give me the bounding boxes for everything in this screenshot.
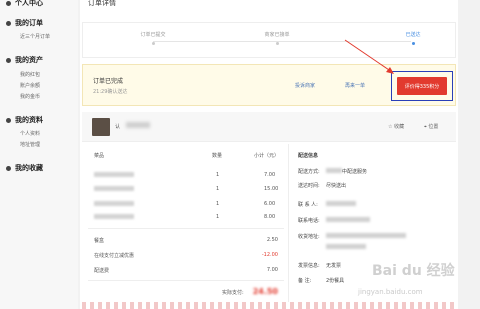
contact-label: 联 系 人: (298, 202, 318, 208)
shop-name-blur (126, 122, 150, 128)
redacted-text (326, 168, 342, 173)
order-status-bar: 订单已完成 21:29确认送达 投诉商家 再来一单 评价得335积分 (82, 64, 456, 106)
review-button[interactable]: 评价得335积分 (397, 77, 447, 95)
item-qty: 1 (216, 186, 220, 192)
shop-header: 认 ☆ 收藏 ⌖ 位置 (82, 112, 456, 142)
item-price: 6.00 (264, 201, 276, 207)
favorite-button[interactable]: ☆ 收藏 (388, 123, 404, 130)
status-subtitle: 21:29确认送达 (93, 89, 128, 95)
item-qty: 1 (216, 201, 220, 207)
status-title: 订单已完成 (93, 78, 124, 85)
delivery-time-value: 尽快送出 (326, 183, 347, 189)
dish-name-blur (94, 172, 134, 177)
sidebar-my-favorites[interactable]: 我的收藏 (6, 163, 43, 173)
item-price: 8.00 (264, 214, 276, 220)
sidebar-my-profile[interactable]: 我的资料 (6, 115, 43, 125)
summary-label: 配送费 (94, 268, 110, 274)
redacted-text (326, 233, 406, 238)
sidebar-item-red-packets[interactable]: 我的红包 (20, 71, 40, 78)
item-qty: 1 (216, 172, 220, 178)
redacted-text (326, 201, 356, 206)
user-icon (6, 0, 11, 6)
reorder-link[interactable]: 再来一单 (345, 82, 365, 89)
step-submitted: 订单已提交 (123, 31, 183, 45)
watermark-url: jingyan.baidu.com (358, 288, 423, 296)
summary-value: 7.00 (266, 267, 278, 273)
sidebar-item-coins[interactable]: 我的金币 (20, 93, 40, 100)
table-row: 1 7.00 (88, 172, 284, 184)
divider (88, 228, 284, 229)
sidebar-my-orders[interactable]: 我的订单 (6, 18, 43, 28)
shop-logo[interactable] (92, 118, 110, 136)
table-row: 1 6.00 (88, 201, 284, 213)
col-header-qty: 数量 (212, 153, 223, 159)
sidebar: 个人中心 我的订单 近三个月订单 我的资产 我的红包 账户余额 我的金币 我的资… (0, 0, 78, 309)
invoice-value: 无发票 (326, 263, 342, 269)
order-icon (6, 20, 11, 26)
summary-label: 餐盒 (94, 238, 105, 244)
dish-name-blur (94, 214, 134, 219)
sidebar-personal-center[interactable]: 个人中心 (6, 0, 43, 8)
shop-name[interactable]: 认 (115, 123, 120, 130)
location-button[interactable]: ⌖ 位置 (424, 123, 438, 130)
address-label: 收货地址: (298, 234, 320, 240)
table-row: 1 8.00 (88, 214, 284, 226)
sidebar-item-balance[interactable]: 账户余额 (20, 82, 40, 89)
table-row: 1 15.00 (88, 186, 284, 198)
star-icon (6, 165, 11, 171)
sidebar-item-address[interactable]: 地址管理 (20, 141, 40, 148)
divider (88, 280, 284, 281)
step-dot (151, 42, 155, 45)
delivery-title: 配送信息 (298, 153, 319, 159)
col-header-subtotal: 小计（元） (254, 153, 280, 159)
sidebar-item-recent-orders[interactable]: 近三个月订单 (20, 33, 50, 40)
sidebar-my-assets[interactable]: 我的资产 (6, 55, 43, 65)
summary-label: 在线支付立减优惠 (94, 253, 135, 259)
step-dot (411, 42, 415, 45)
summary-value: 2.50 (266, 237, 278, 243)
actual-pay-value: 24.50 (252, 287, 278, 296)
delivery-method-label: 配送方式: (298, 169, 320, 175)
redacted-text (326, 217, 370, 222)
item-price: 7.00 (264, 172, 276, 178)
step-dot (275, 42, 279, 45)
wallet-icon (6, 57, 11, 63)
note-value: 2份餐具 (326, 278, 345, 284)
sidebar-item-personal-info[interactable]: 个人资料 (20, 130, 40, 137)
step-delivered: 已送达 (383, 31, 443, 45)
item-price: 15.00 (264, 186, 279, 192)
phone-label: 联系电话: (298, 218, 320, 224)
col-header-dish: 菜品 (94, 153, 105, 159)
step-accepted: 商家已接单 (247, 31, 307, 45)
redacted-text (326, 244, 366, 249)
watermark-logo: Bai du 经验 (372, 263, 455, 279)
column-divider (288, 144, 289, 304)
profile-icon (6, 117, 11, 123)
dish-name-blur (94, 186, 134, 191)
order-progress: 订单已提交 商家已接单 已送达 (82, 22, 456, 58)
note-label: 备 注: (298, 278, 312, 284)
page-title: 订单详情 (88, 0, 116, 7)
dish-name-blur (94, 201, 134, 206)
delivery-time-label: 送达时间: (298, 183, 320, 189)
invoice-label: 发票信息: (298, 263, 320, 269)
item-qty: 1 (216, 214, 220, 220)
receipt-edge (82, 302, 456, 309)
complaint-link[interactable]: 投诉商家 (295, 82, 315, 89)
summary-value: -12.00 (261, 252, 278, 258)
delivery-method-value: 中配送服务 (342, 169, 368, 175)
